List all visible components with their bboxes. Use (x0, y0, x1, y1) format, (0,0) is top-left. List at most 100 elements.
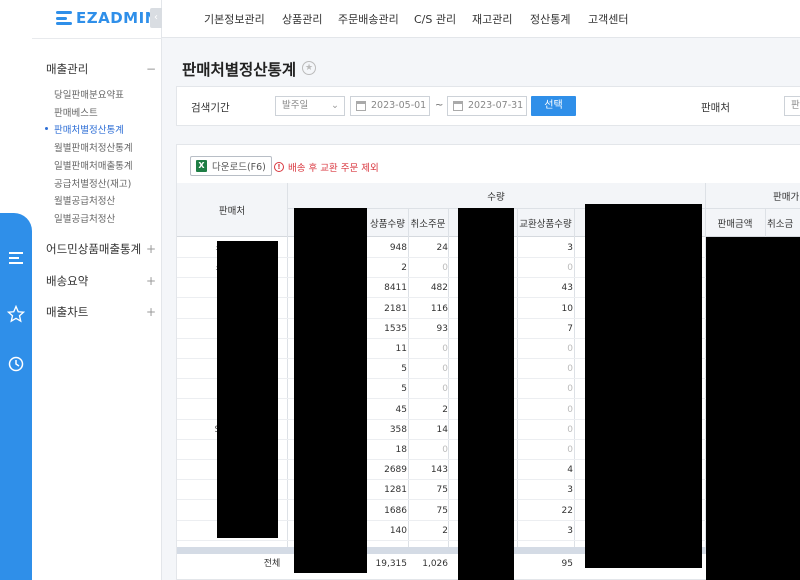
seller-select-value: 판 (791, 100, 800, 111)
alert-icon: ! (274, 162, 284, 172)
cancel-order-cell: 0 (442, 263, 448, 274)
star-icon[interactable] (0, 304, 32, 327)
nav-product[interactable]: 상품관리 (282, 11, 322, 27)
exchange-qty-cell: 22 (561, 505, 573, 516)
top-nav: 기본정보관리 상품관리 주문배송관리 C/S 관리 재고관리 정산통계 고객센터 (162, 0, 800, 38)
cancel-order-cell: 143 (430, 465, 448, 476)
total-exchange: 95 (561, 559, 573, 569)
sidebar-group-delivery-summary[interactable]: 배송요약 + (46, 273, 156, 289)
header-exchange-qty[interactable]: 교환상품수량 (517, 216, 574, 230)
cancel-order-cell: 2 (442, 525, 448, 536)
cancel-order-cell: 482 (430, 283, 448, 294)
header-group-price: 판매가 (773, 192, 800, 203)
chevron-down-icon: ⌄ (331, 100, 339, 111)
sidebar-divider (32, 38, 162, 39)
product-qty-cell: 140 (389, 525, 407, 536)
exchange-qty-cell: 0 (567, 263, 573, 274)
exchange-qty-cell: 7 (567, 323, 573, 334)
menu-icon[interactable] (0, 250, 32, 270)
select-button[interactable]: 선택 (531, 96, 576, 116)
exchange-qty-cell: 43 (561, 283, 573, 294)
date-separator: ~ (435, 100, 444, 111)
icon-rail (0, 0, 32, 580)
cancel-order-cell: 75 (436, 485, 448, 496)
date-to-input[interactable]: 2023-07-31 (447, 96, 527, 116)
cancel-order-cell: 75 (436, 505, 448, 516)
date-type-select[interactable]: 발주일 ⌄ (275, 96, 345, 116)
cancel-order-cell: 24 (436, 243, 448, 253)
header-group-quantity: 수량 (487, 192, 505, 203)
product-qty-cell: 8411 (384, 283, 407, 294)
exchange-qty-cell: 0 (567, 344, 573, 354)
sidebar-item-best-sellers[interactable]: 판매베스트 (54, 105, 98, 119)
product-qty-cell: 5 (401, 384, 407, 395)
exclusion-notice: ! 배송 후 교환 주문 제외 (274, 160, 379, 174)
sidebar-item-monthly-supplier[interactable]: 월별공급처정산 (54, 193, 115, 207)
header-sales-amount[interactable]: 판매금액 (705, 216, 765, 230)
header-cancel-order[interactable]: 취소주문 (408, 216, 448, 230)
product-qty-cell: 2 (401, 263, 407, 274)
date-from-input[interactable]: 2023-05-01 (350, 96, 430, 116)
notice-text: 배송 후 교환 주문 제외 (288, 163, 379, 174)
nav-inventory[interactable]: 재고관리 (472, 11, 512, 27)
nav-basic-info[interactable]: 기본정보관리 (204, 11, 265, 27)
sidebar-group-admin-product-stats[interactable]: 어드민상품매출통계 + (46, 241, 156, 257)
sidebar-item-seller-settlement[interactable]: 판매처별정산통계 (45, 122, 124, 136)
period-label: 검색기간 (191, 102, 230, 114)
sidebar-item-daily-supplier[interactable]: 일별공급처정산 (54, 211, 115, 225)
sidebar-group-sales[interactable]: 매출관리 − (46, 61, 156, 77)
cancel-order-cell: 14 (436, 424, 448, 435)
expand-icon[interactable]: + (146, 242, 156, 256)
exchange-qty-cell: 3 (567, 525, 573, 536)
cancel-order-cell: 0 (442, 344, 448, 354)
header-cancel-amount[interactable]: 취소금 (765, 216, 800, 230)
sidebar: EZADMIN 매출관리 − 당일판매분요약표 판매베스트 판매처별정산통계 월… (32, 0, 162, 580)
sidebar-group-sales-chart[interactable]: 매출차트 + (46, 304, 156, 320)
cancel-order-cell: 0 (442, 384, 448, 395)
date-from-value: 2023-05-01 (371, 100, 427, 111)
clock-icon[interactable] (0, 356, 32, 376)
exchange-qty-cell: 3 (567, 485, 573, 496)
exchange-qty-cell: 0 (567, 384, 573, 395)
sidebar-group-label: 배송요약 (46, 274, 89, 288)
cancel-order-cell: 2 (442, 404, 448, 415)
nav-settlement-stats[interactable]: 정산통계 (530, 11, 570, 27)
logo-icon (56, 10, 72, 26)
sidebar-item-daily-seller-sales[interactable]: 일별판매처매출통계 (54, 158, 133, 172)
product-qty-cell: 2689 (384, 465, 407, 476)
sidebar-group-label: 매출차트 (46, 305, 89, 319)
favorite-star-icon[interactable]: ★ (302, 61, 316, 75)
product-qty-cell: 1535 (384, 323, 407, 334)
redaction-block (217, 241, 278, 538)
nav-customer-center[interactable]: 고객센터 (588, 11, 628, 27)
exchange-qty-cell: 0 (567, 364, 573, 375)
date-type-value: 발주일 (282, 100, 309, 111)
expand-icon[interactable]: + (146, 305, 156, 319)
seller-select[interactable]: 판 (784, 96, 800, 116)
collapse-icon[interactable]: − (146, 62, 156, 76)
exchange-qty-cell: 4 (567, 465, 573, 476)
sidebar-collapse-button[interactable]: ‹ (150, 8, 162, 28)
nav-order-delivery[interactable]: 주문배송관리 (338, 11, 399, 27)
sidebar-group-label: 매출관리 (46, 62, 89, 76)
total-qty: 19,315 (375, 559, 408, 569)
download-label: 다운로드(F6) (212, 162, 266, 173)
header-product-qty[interactable]: 상품수량 (367, 216, 408, 230)
product-qty-cell: 18 (395, 445, 407, 455)
product-qty-cell: 358 (389, 424, 407, 435)
expand-icon[interactable]: + (146, 274, 156, 288)
header-seller[interactable]: 판매처 (177, 203, 287, 217)
logo-text: EZADMIN (76, 9, 158, 27)
exchange-qty-cell: 0 (567, 424, 573, 435)
total-label: 전체 (263, 559, 281, 569)
nav-cs[interactable]: C/S 관리 (414, 11, 456, 27)
exchange-qty-cell: 0 (567, 404, 573, 415)
seller-label: 판매처 (701, 102, 730, 114)
download-button[interactable]: X 다운로드(F6) (190, 156, 272, 176)
sidebar-item-daily-summary[interactable]: 당일판매분요약표 (54, 87, 124, 101)
sidebar-item-supplier-settlement[interactable]: 공급처별정산(재고) (54, 176, 131, 190)
exchange-qty-cell: 3 (567, 243, 573, 253)
sidebar-item-monthly-seller-settlement[interactable]: 월별판매처정산통계 (54, 140, 133, 154)
redaction-block (585, 204, 702, 568)
exchange-qty-cell: 10 (561, 303, 573, 314)
